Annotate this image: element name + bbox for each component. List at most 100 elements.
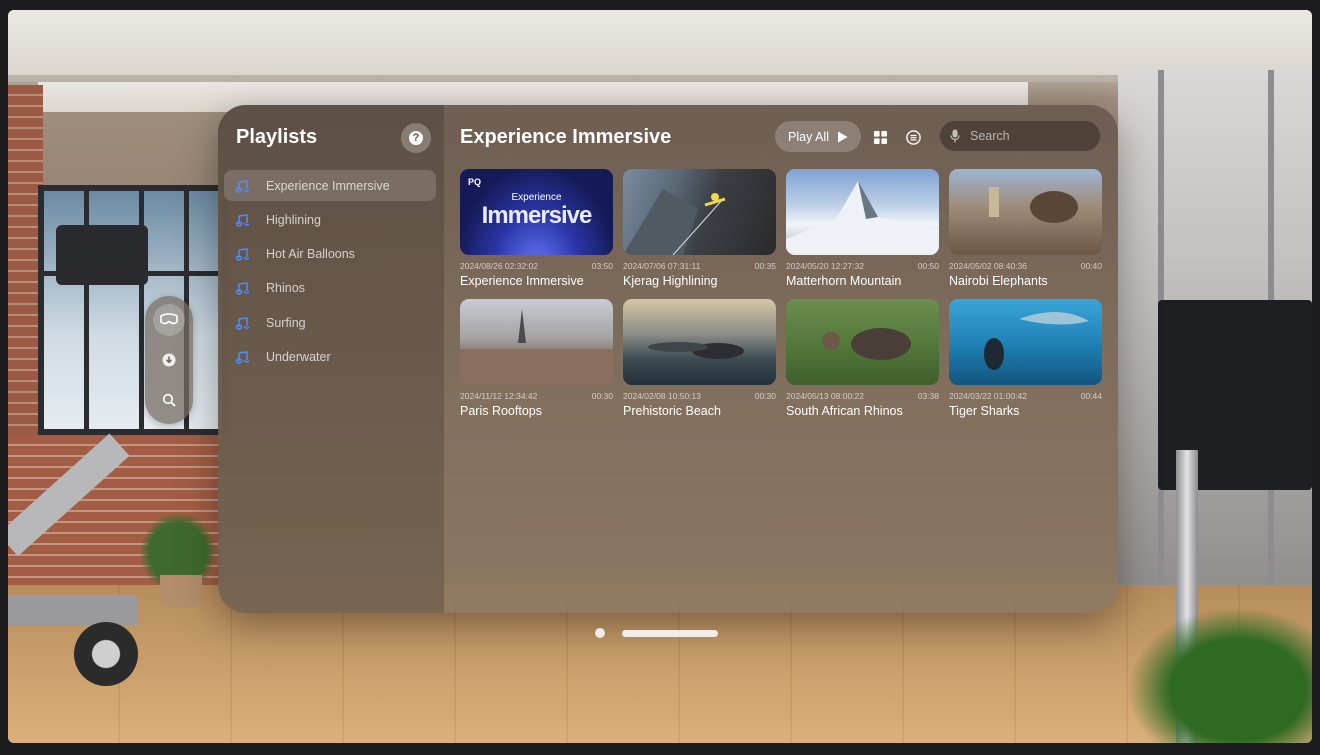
help-button[interactable]: ?: [401, 123, 431, 153]
video-thumbnail: [949, 169, 1102, 255]
elephant-figure: [989, 187, 1078, 223]
video-duration: 00:44: [1080, 391, 1102, 401]
video-date: 2024/11/12 12:34:42: [460, 391, 538, 401]
video-thumbnail: [460, 299, 613, 385]
video-card-south-african-rhinos[interactable]: 2024/05/13 08:00:22 03:38 South African …: [786, 299, 939, 418]
sidebar-title: Playlists: [236, 126, 318, 148]
factory-window: [38, 185, 228, 435]
video-title: Tiger Sharks: [949, 404, 1020, 418]
sidebar-item-surfing[interactable]: Surfing: [224, 307, 436, 338]
crane-wheel: [74, 622, 138, 686]
video-thumbnail: [786, 299, 939, 385]
microphone-icon[interactable]: [950, 129, 960, 143]
video-date: 2024/02/08 10:50:13: [623, 391, 701, 401]
list-view-button[interactable]: [900, 124, 926, 150]
video-date: 2024/05/13 08:00:22: [786, 391, 864, 401]
playlist-icon: [234, 212, 250, 228]
play-all-label: Play All: [788, 129, 829, 144]
sidebar-item-label: Surfing: [266, 315, 306, 330]
tab-search[interactable]: [153, 384, 185, 416]
video-thumbnail: [623, 169, 776, 255]
search-input[interactable]: [968, 128, 1082, 144]
ceiling: [8, 10, 1312, 82]
video-thumbnail: PQ Experience Immersive: [460, 169, 613, 255]
video-duration: 00:35: [754, 261, 776, 271]
sidebar: Playlists ? Experience Immersive Highlin…: [218, 105, 444, 613]
camera-crane-head: [56, 225, 148, 285]
video-duration: 00:30: [591, 391, 613, 401]
playlist-icon: [234, 280, 250, 296]
app-window: Playlists ? Experience Immersive Highlin…: [218, 105, 1118, 613]
vision-pro-icon: [160, 313, 178, 325]
video-date: 2024/03/22 01:00:42: [949, 391, 1027, 401]
video-thumbnail: [786, 169, 939, 255]
video-duration: 00:30: [754, 391, 776, 401]
video-meta: 2024/07/06 07:31:11 00:35: [623, 261, 776, 271]
video-duration: 00:50: [917, 261, 939, 271]
tab-downloads[interactable]: [153, 344, 185, 376]
sidebar-item-label: Highlining: [266, 212, 321, 227]
sidebar-item-rhinos[interactable]: Rhinos: [224, 273, 436, 304]
video-date: 2024/08/26 02:32:02: [460, 261, 538, 271]
sidebar-item-hot-air-balloons[interactable]: Hot Air Balloons: [224, 239, 436, 270]
video-card-nairobi-elephants[interactable]: 2024/05/02 08:40:36 00:40 Nairobi Elepha…: [949, 169, 1102, 288]
video-card-experience-immersive[interactable]: PQ Experience Immersive 2024/08/26 02:32…: [460, 169, 613, 288]
ceiling-seam: [8, 75, 1312, 82]
video-meta: 2024/11/12 12:34:42 00:30: [460, 391, 613, 401]
play-all-button[interactable]: Play All: [775, 121, 861, 152]
video-meta: 2024/08/26 02:32:02 03:50: [460, 261, 613, 271]
plant-pot: [160, 575, 202, 607]
search-icon: [162, 393, 176, 407]
window-close-dot[interactable]: [595, 628, 605, 638]
sidebar-item-label: Underwater: [266, 349, 331, 364]
sidebar-item-experience-immersive[interactable]: Experience Immersive: [224, 170, 436, 201]
video-meta: 2024/03/22 01:00:42 00:44: [949, 391, 1102, 401]
video-title: South African Rhinos: [786, 404, 903, 418]
video-card-matterhorn-mountain[interactable]: 2024/05/20 12:27:32 00:50 Matterhorn Mou…: [786, 169, 939, 288]
shark-diver-figure: [984, 311, 1089, 370]
mountain-figure: [786, 181, 939, 255]
playlist-icon: [234, 315, 250, 331]
page-title: Experience Immersive: [460, 126, 672, 148]
playlist-list: Experience Immersive Highlining Hot Air …: [224, 170, 436, 376]
playlist-icon: [234, 178, 250, 194]
potted-plant-right: [1118, 600, 1312, 743]
playlist-icon: [234, 349, 250, 365]
video-title: Experience Immersive: [460, 274, 584, 288]
potted-plant: [133, 505, 223, 585]
sidebar-item-highlining[interactable]: Highlining: [224, 204, 436, 235]
video-title: Matterhorn Mountain: [786, 274, 902, 288]
sidebar-item-label: Hot Air Balloons: [266, 247, 355, 262]
sidebar-item-label: Rhinos: [266, 281, 305, 296]
tab-ornament: [145, 296, 193, 424]
window-controls: [595, 628, 718, 638]
beach-rocks-figure: [648, 342, 744, 359]
sidebar-item-underwater[interactable]: Underwater: [224, 341, 436, 372]
video-meta: 2024/05/20 12:27:32 00:50: [786, 261, 939, 271]
download-icon: [162, 353, 176, 367]
list-icon: [905, 129, 921, 145]
grid-view-button[interactable]: [867, 124, 893, 150]
tab-library[interactable]: [153, 304, 185, 336]
search-field[interactable]: [940, 121, 1100, 151]
rhino-figure: [822, 328, 911, 360]
camera-crane-base: [8, 595, 138, 625]
grid-icon: [873, 130, 887, 144]
video-meta: 2024/05/02 08:40:36 00:40: [949, 261, 1102, 271]
video-thumbnail: [949, 299, 1102, 385]
video-duration: 03:38: [917, 391, 939, 401]
video-title: Paris Rooftops: [460, 404, 542, 418]
thumbnail-title-main: Immersive: [481, 202, 593, 229]
video-date: 2024/05/20 12:27:32: [786, 261, 864, 271]
playlist-icon: [234, 246, 250, 262]
video-card-kjerag-highlining[interactable]: 2024/07/06 07:31:11 00:35 Kjerag Highlin…: [623, 169, 776, 288]
video-date: 2024/07/06 07:31:11: [623, 261, 701, 271]
video-title: Nairobi Elephants: [949, 274, 1048, 288]
question-icon: ?: [409, 131, 423, 145]
window-grabber[interactable]: [622, 629, 718, 637]
video-meta: 2024/05/13 08:00:22 03:38: [786, 391, 939, 401]
eiffel-tower-figure: [460, 309, 613, 385]
video-card-paris-rooftops[interactable]: 2024/11/12 12:34:42 00:30 Paris Rooftops: [460, 299, 613, 418]
video-card-tiger-sharks[interactable]: 2024/03/22 01:00:42 00:44 Tiger Sharks: [949, 299, 1102, 418]
video-card-prehistoric-beach[interactable]: 2024/02/08 10:50:13 00:30 Prehistoric Be…: [623, 299, 776, 418]
